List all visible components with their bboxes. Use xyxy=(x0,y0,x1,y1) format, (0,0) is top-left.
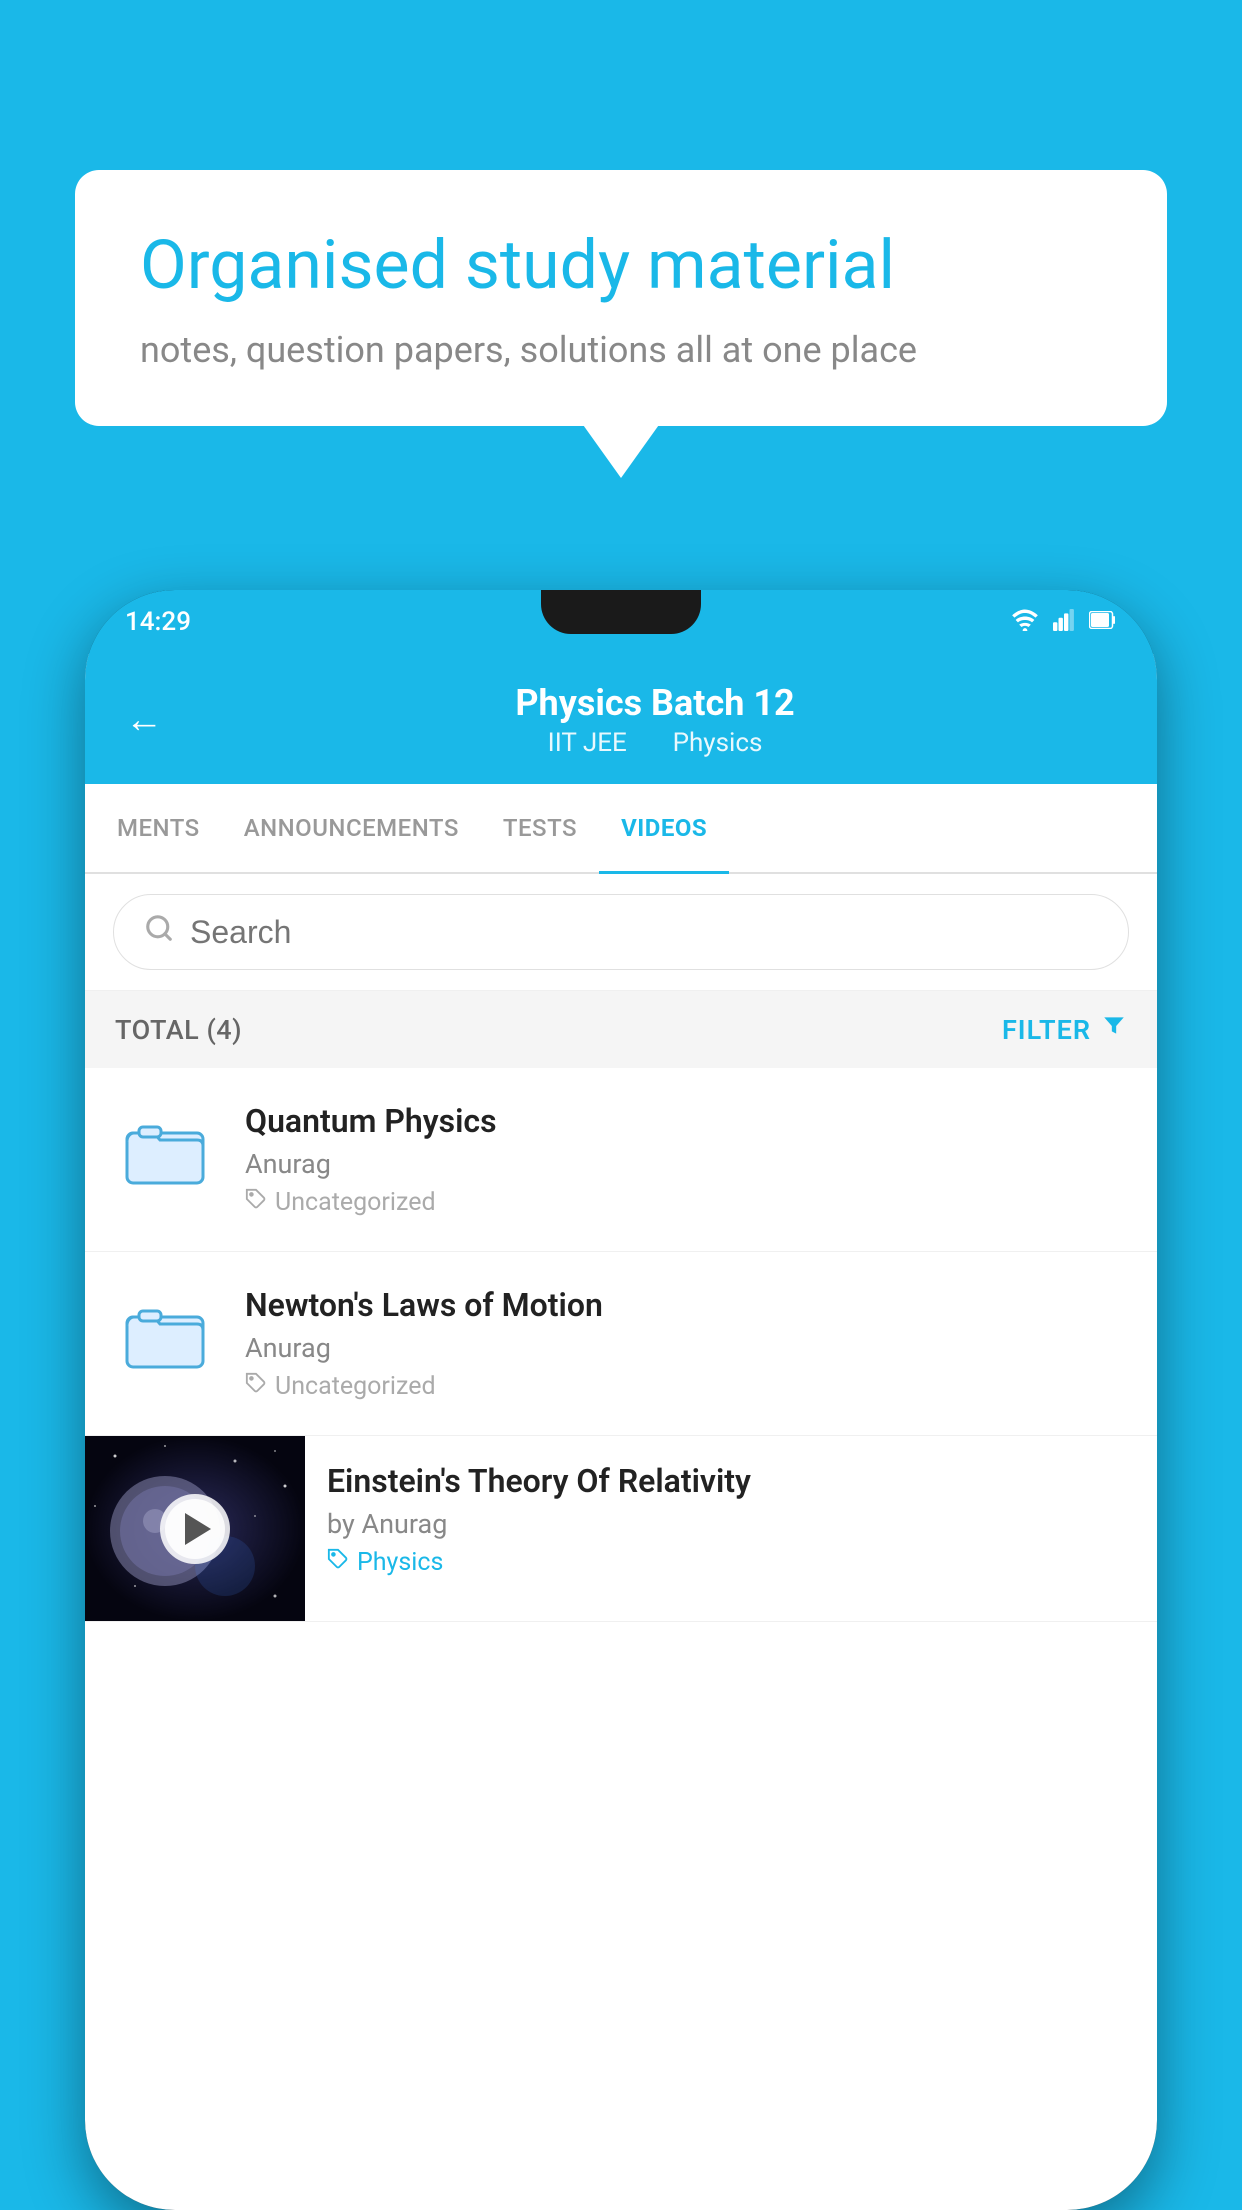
bubble-subtitle: notes, question papers, solutions all at… xyxy=(140,329,1102,371)
screen: ← Physics Batch 12 IIT JEE Physics MENTS… xyxy=(85,654,1157,2210)
video-author: by Anurag xyxy=(327,1508,1135,1540)
tab-videos[interactable]: VIDEOS xyxy=(599,784,729,872)
tab-announcements[interactable]: ANNOUNCEMENTS xyxy=(222,784,481,872)
subtitle-iitjee: IIT JEE xyxy=(548,728,627,758)
toolbar-subtitle: IIT JEE Physics xyxy=(193,728,1117,758)
filter-row: TOTAL (4) FILTER xyxy=(85,991,1157,1068)
filter-button[interactable]: FILTER xyxy=(1002,1013,1127,1046)
subtitle-physics: Physics xyxy=(673,728,763,758)
toolbar-title: Physics Batch 12 xyxy=(193,682,1117,724)
video-author: Anurag xyxy=(245,1332,1127,1364)
back-button[interactable]: ← xyxy=(125,698,163,742)
speech-bubble: Organised study material notes, question… xyxy=(75,170,1167,426)
list-item[interactable]: Quantum Physics Anurag Uncategorized xyxy=(85,1068,1157,1252)
video-title: Quantum Physics xyxy=(245,1102,1127,1140)
tab-ments[interactable]: MENTS xyxy=(95,784,222,872)
list-item[interactable]: Einstein's Theory Of Relativity by Anura… xyxy=(85,1436,1157,1622)
wifi-icon xyxy=(1011,609,1039,635)
filter-icon xyxy=(1101,1013,1127,1046)
status-time: 14:29 xyxy=(125,607,191,637)
video-tag: Uncategorized xyxy=(245,1188,1127,1217)
bubble-title: Organised study material xyxy=(140,225,1102,307)
video-info: Newton's Laws of Motion Anurag Uncategor… xyxy=(245,1286,1127,1401)
tag-icon xyxy=(327,1548,349,1577)
status-bar: 14:29 xyxy=(85,590,1157,654)
video-title: Newton's Laws of Motion xyxy=(245,1286,1127,1324)
tag-label: Uncategorized xyxy=(275,1188,436,1217)
tag-label: Physics xyxy=(357,1548,443,1577)
folder-icon-wrap xyxy=(115,1102,215,1202)
video-tag: Physics xyxy=(327,1548,1135,1577)
status-icons xyxy=(1011,609,1117,635)
video-tag: Uncategorized xyxy=(245,1372,1127,1401)
video-list: Quantum Physics Anurag Uncategorized xyxy=(85,1068,1157,1622)
notch xyxy=(541,590,701,634)
video-author: Anurag xyxy=(245,1148,1127,1180)
signal-icon xyxy=(1053,609,1075,635)
tag-icon xyxy=(245,1188,267,1217)
search-bar[interactable] xyxy=(113,894,1129,970)
search-input[interactable] xyxy=(190,914,1098,951)
tab-tests[interactable]: TESTS xyxy=(481,784,599,872)
video-thumbnail xyxy=(85,1436,305,1621)
battery-icon xyxy=(1089,611,1117,633)
tag-icon xyxy=(245,1372,267,1401)
list-item[interactable]: Newton's Laws of Motion Anurag Uncategor… xyxy=(85,1252,1157,1436)
filter-label: FILTER xyxy=(1002,1014,1091,1046)
tabs-bar: MENTS ANNOUNCEMENTS TESTS VIDEOS xyxy=(85,784,1157,874)
video-info: Quantum Physics Anurag Uncategorized xyxy=(245,1102,1127,1217)
folder-icon xyxy=(125,1296,205,1376)
folder-icon-wrap xyxy=(115,1286,215,1386)
total-label: TOTAL (4) xyxy=(115,1014,242,1046)
toolbar: ← Physics Batch 12 IIT JEE Physics xyxy=(85,654,1157,784)
folder-icon xyxy=(125,1112,205,1192)
search-container xyxy=(85,874,1157,991)
play-triangle xyxy=(185,1513,211,1545)
phone-frame: 14:29 xyxy=(85,590,1157,2210)
search-icon xyxy=(144,913,174,951)
video-info: Einstein's Theory Of Relativity by Anura… xyxy=(305,1436,1157,1603)
play-button[interactable] xyxy=(160,1494,230,1564)
toolbar-center: Physics Batch 12 IIT JEE Physics xyxy=(193,682,1117,758)
tag-label: Uncategorized xyxy=(275,1372,436,1401)
video-title: Einstein's Theory Of Relativity xyxy=(327,1462,1135,1500)
